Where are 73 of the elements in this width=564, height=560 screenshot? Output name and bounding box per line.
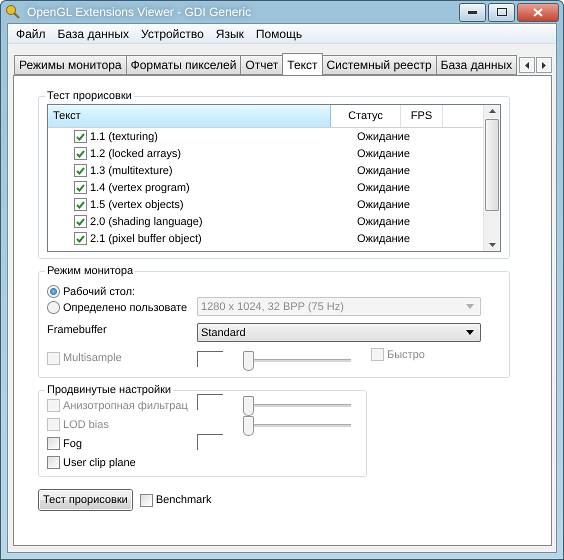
menu-item[interactable]: Язык: [210, 26, 250, 40]
checkbox-label: Benchmark: [156, 494, 212, 506]
radio-label: Рабочий стол:: [63, 286, 136, 298]
tab[interactable]: Системный реестр: [322, 55, 437, 75]
table-cell-text: Ожидание: [357, 164, 411, 176]
left-arrow-icon: [525, 62, 529, 68]
table-cell-text: Ожидание: [357, 148, 411, 160]
table-cell: 1.2 (locked arrays): [90, 148, 182, 160]
checkbox-label: Multisample: [63, 352, 122, 364]
checkbox[interactable]: [74, 147, 87, 160]
checkbox-label: Быстро: [387, 348, 425, 360]
down-arrow-icon[interactable]: [488, 243, 496, 247]
caret-icon: [466, 330, 474, 335]
checkbox[interactable]: [74, 130, 87, 143]
scroll-right-button[interactable]: [536, 57, 552, 73]
radio-label: Определено пользовате: [63, 302, 188, 314]
table-cell: 2.1 (pixel buffer object): [90, 232, 202, 244]
table-cell: 2.0 (shading language): [90, 216, 203, 228]
checkbox-label: Анизотропная фильтрац: [63, 400, 188, 412]
menu-item[interactable]: Устройство: [135, 26, 210, 40]
window-title: OpenGL Extensions Viewer - GDI Generic: [27, 5, 252, 19]
table-cell-text: Ожидание: [357, 198, 411, 210]
table-cell: 1.1 (texturing): [90, 130, 158, 142]
table-cell: 1.4 (vertex program): [90, 182, 190, 194]
column-header[interactable]: Текст: [48, 105, 331, 127]
tab[interactable]: Режимы монитора: [14, 55, 127, 75]
maximize-icon: [496, 8, 506, 16]
table-cell-text: Ожидание: [357, 232, 411, 244]
right-arrow-icon: [542, 62, 546, 68]
tab[interactable]: Форматы пикселей: [126, 55, 242, 75]
group-title: Режим монитора: [46, 265, 134, 277]
render-test-button[interactable]: Тест прорисовки: [38, 489, 133, 511]
scroll-left-button[interactable]: [519, 57, 535, 73]
value-field[interactable]: [197, 394, 223, 410]
checkbox[interactable]: [47, 437, 60, 450]
checkbox[interactable]: [74, 215, 87, 228]
table-cell: 1.5 (vertex objects): [90, 198, 184, 210]
scrollbar[interactable]: [483, 105, 500, 251]
group-title: Тест прорисовки: [46, 90, 133, 102]
checkbox[interactable]: [74, 198, 87, 211]
table-cell-text: Ожидание: [357, 130, 411, 142]
minimize-icon: [468, 10, 477, 14]
tab[interactable]: Отчет: [240, 55, 284, 75]
radio-button[interactable]: [47, 301, 60, 314]
field-label: Framebuffer: [47, 324, 107, 336]
framebuffer-dropdown[interactable]: Standard: [197, 323, 481, 342]
app-icon: [5, 4, 21, 20]
checkbox-label: Fog: [63, 438, 82, 450]
menu-item[interactable]: Файл: [10, 26, 52, 40]
minimize-button[interactable]: [459, 2, 486, 22]
group-title: Продвинутые настройки: [46, 384, 172, 396]
table-cell-text: Ожидание: [357, 216, 411, 228]
table-cell-text: Ожидание: [357, 182, 411, 194]
checkbox-label: LOD bias: [63, 418, 109, 430]
checkbox[interactable]: [74, 232, 87, 245]
table-cell: 1.3 (multitexture): [90, 164, 173, 176]
close-icon: [533, 8, 543, 16]
tab[interactable]: Текст: [282, 53, 322, 75]
up-arrow-icon[interactable]: [488, 109, 496, 113]
menu-item[interactable]: База данных: [52, 26, 135, 40]
checkbox-label: User clip plane: [63, 456, 136, 468]
tab[interactable]: База данных: [436, 55, 518, 75]
caret-icon: [466, 304, 474, 309]
value-field[interactable]: [197, 434, 223, 450]
close-button[interactable]: [517, 2, 559, 22]
checkbox[interactable]: [47, 456, 60, 469]
value-field[interactable]: [197, 351, 223, 367]
maximize-button[interactable]: [488, 2, 515, 22]
checkbox[interactable]: [74, 164, 87, 177]
checkbox[interactable]: [74, 181, 87, 194]
radio-button[interactable]: [47, 285, 60, 298]
menu-item[interactable]: Помощь: [250, 26, 308, 40]
checkbox[interactable]: [140, 494, 153, 506]
